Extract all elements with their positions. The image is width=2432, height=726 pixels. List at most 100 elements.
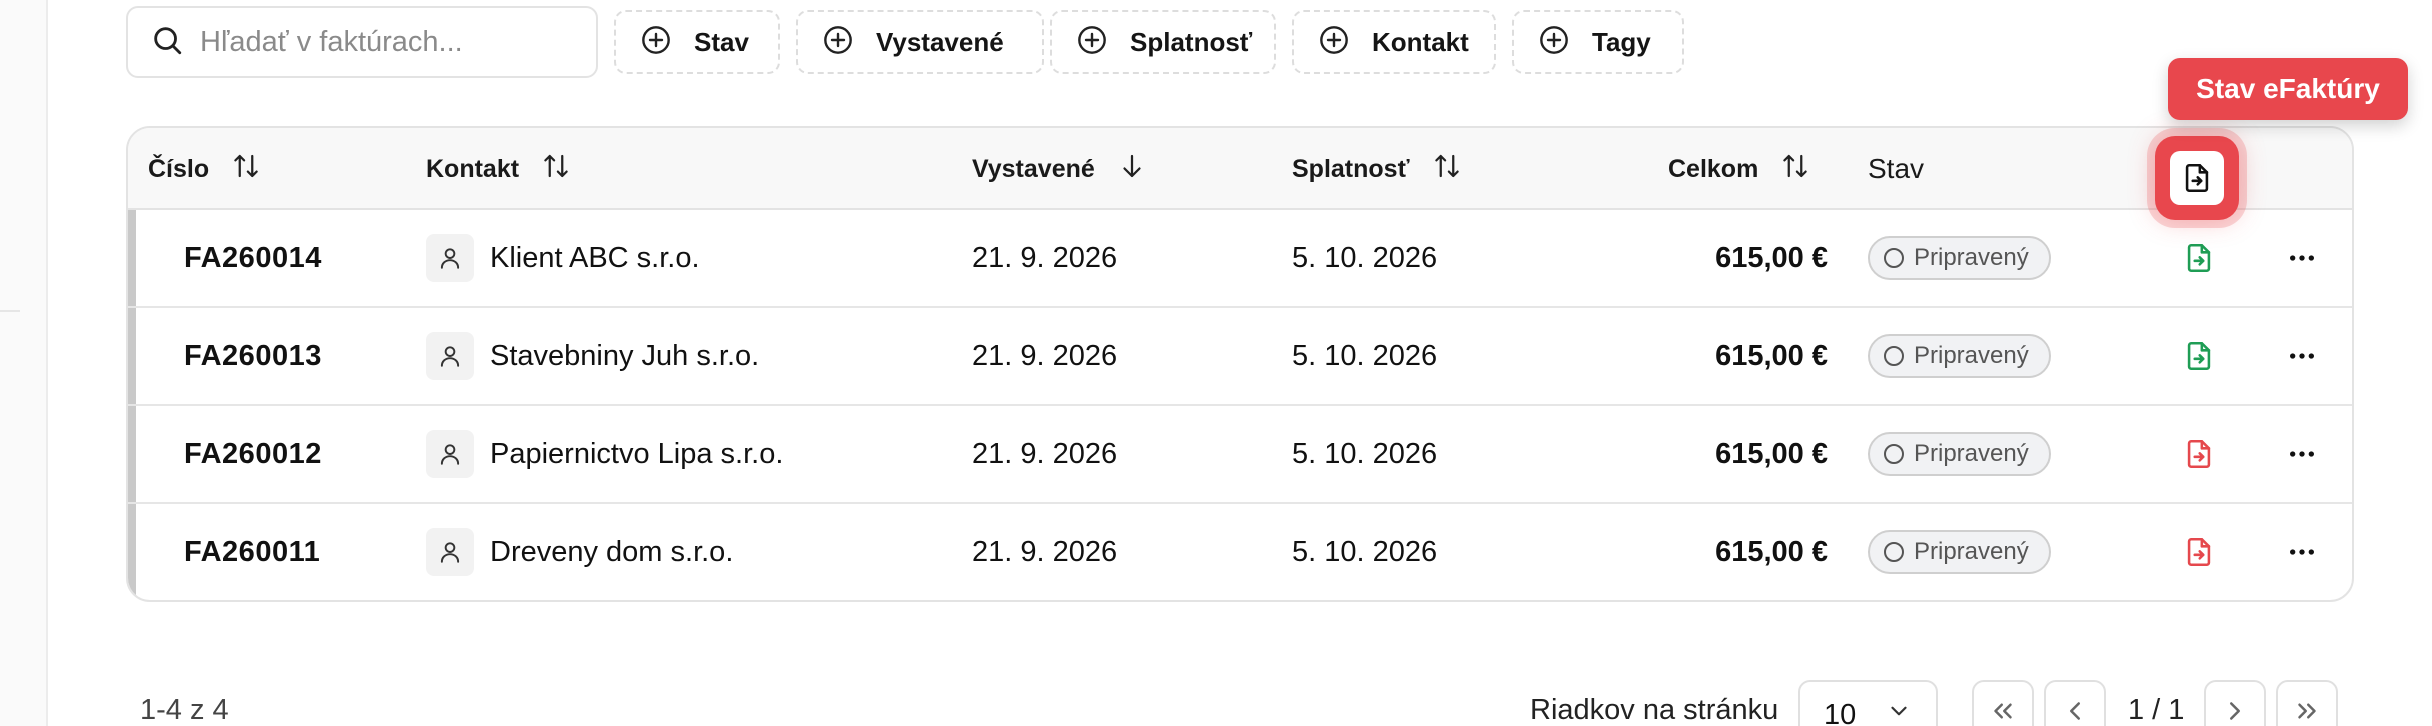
column-number-header[interactable]: Číslo [148, 128, 261, 210]
due-date: 5. 10. 2026 [1292, 535, 1438, 568]
status-badge: Pripravený [1868, 530, 2051, 574]
status-cell: Pripravený [1868, 406, 2051, 502]
due-date: 5. 10. 2026 [1292, 437, 1438, 470]
row-actions-button[interactable] [2286, 308, 2318, 404]
status-cell: Pripravený [1868, 504, 2051, 600]
filter-tagy-button[interactable]: Tagy [1512, 10, 1684, 74]
status-cell: Pripravený [1868, 210, 2051, 306]
einvoice-status-tooltip: Stav eFaktúry [2168, 58, 2408, 120]
plus-circle-icon [822, 24, 854, 61]
table-row[interactable]: FA260014 Klient ABC s.r.o. 21. 9. 2026 5… [128, 210, 2352, 308]
plus-circle-icon [1318, 24, 1350, 61]
contact-cell[interactable]: Klient ABC s.r.o. [426, 210, 700, 306]
more-horizontal-icon [2290, 255, 2314, 261]
einvoice-column-header-button[interactable] [2155, 136, 2239, 220]
sort-arrows-icon[interactable] [519, 151, 571, 188]
column-label: Vystavené [972, 154, 1095, 183]
row-actions-button[interactable] [2286, 406, 2318, 502]
filter-vystavene-button[interactable]: Vystavené [796, 10, 1044, 74]
row-actions-button[interactable] [2286, 504, 2318, 600]
contact-cell[interactable]: Stavebniny Juh s.r.o. [426, 308, 759, 404]
column-label: Kontakt [426, 154, 520, 183]
contact-cell[interactable]: Dreveny dom s.r.o. [426, 504, 733, 600]
total-amount: 615,00 € [1715, 535, 1828, 568]
row-indicator [128, 308, 136, 404]
search-input[interactable] [200, 25, 580, 59]
column-label: Splatnosť [1292, 154, 1410, 183]
due-date: 5. 10. 2026 [1292, 241, 1438, 274]
column-due-header[interactable]: Splatnosť [1292, 128, 1462, 210]
einvoice-failed-icon[interactable] [2182, 406, 2216, 502]
invoice-number[interactable]: FA260012 [184, 406, 322, 502]
contact-name: Stavebniny Juh s.r.o. [490, 339, 760, 372]
user-icon [426, 332, 474, 380]
invoice-table: Číslo Kontakt Vystavené Splatnosť Celkom… [126, 126, 2354, 602]
status-cell: Pripravený [1868, 308, 2051, 404]
einvoice-header-icon-wrap [2170, 151, 2224, 205]
filter-kontakt-button[interactable]: Kontakt [1292, 10, 1496, 74]
table-row[interactable]: FA260012 Papiernictvo Lipa s.r.o. 21. 9.… [128, 406, 2352, 504]
next-page-button[interactable] [2204, 680, 2266, 726]
more-horizontal-icon [2290, 451, 2314, 457]
rail-divider [0, 310, 20, 312]
einvoice-sent-icon[interactable] [2182, 308, 2216, 404]
column-label: Číslo [148, 154, 210, 183]
sort-arrows-icon[interactable] [209, 151, 261, 188]
table-row[interactable]: FA260011 Dreveny dom s.r.o. 21. 9. 2026 … [128, 504, 2352, 600]
chevron-left-icon [2070, 702, 2080, 720]
invoice-number[interactable]: FA260011 [184, 504, 320, 600]
chevrons-left-icon [1994, 703, 2012, 719]
issued-date: 21. 9. 2026 [972, 339, 1118, 372]
sort-arrows-icon[interactable] [1758, 151, 1810, 188]
circle-icon [1884, 542, 1904, 562]
issued-date: 21. 9. 2026 [972, 535, 1118, 568]
status-label: Pripravený [1914, 440, 2029, 467]
prev-page-button[interactable] [2044, 680, 2106, 726]
sort-arrows-icon[interactable] [1410, 151, 1462, 188]
row-indicator [128, 504, 136, 600]
table-header: Číslo Kontakt Vystavené Splatnosť Celkom… [128, 128, 2352, 210]
issued-date: 21. 9. 2026 [972, 437, 1118, 470]
table-row[interactable]: FA260013 Stavebniny Juh s.r.o. 21. 9. 20… [128, 308, 2352, 406]
rows-per-page-select[interactable]: 10 [1798, 680, 1938, 726]
due-date: 5. 10. 2026 [1292, 339, 1438, 372]
invoice-number[interactable]: FA260014 [184, 210, 322, 306]
last-page-button[interactable] [2276, 680, 2338, 726]
more-horizontal-icon [2290, 353, 2314, 359]
first-page-button[interactable] [1972, 680, 2034, 726]
circle-icon [1884, 444, 1904, 464]
rows-per-page-label: Riadkov na stránku [1530, 694, 1779, 726]
filter-stav-button[interactable]: Stav [614, 10, 780, 74]
arrow-down-icon[interactable] [1095, 151, 1147, 188]
column-contact-header[interactable]: Kontakt [426, 128, 571, 210]
filter-label: Stav [694, 26, 749, 57]
column-issued-header[interactable]: Vystavené [972, 128, 1147, 210]
invoice-list-page: Stav Vystavené Splatnosť Kontakt Tagy Čí… [0, 0, 2432, 726]
total-amount: 615,00 € [1715, 339, 1828, 372]
invoice-number[interactable]: FA260013 [184, 308, 322, 404]
row-actions-button[interactable] [2286, 210, 2318, 306]
contact-cell[interactable]: Papiernictvo Lipa s.r.o. [426, 406, 783, 502]
einvoice-sent-icon[interactable] [2182, 210, 2216, 306]
total-amount: 615,00 € [1715, 437, 1828, 470]
row-indicator [128, 210, 136, 306]
user-icon [426, 430, 474, 478]
plus-circle-icon [1538, 24, 1570, 61]
search-icon [150, 23, 184, 62]
column-status-header: Stav [1868, 128, 1924, 210]
plus-circle-icon [1076, 24, 1108, 61]
status-badge: Pripravený [1868, 236, 2051, 280]
column-total-header[interactable]: Celkom [1668, 128, 1810, 210]
filter-splatnost-button[interactable]: Splatnosť [1050, 10, 1276, 74]
issued-date: 21. 9. 2026 [972, 241, 1118, 274]
left-rail [0, 0, 48, 726]
user-icon [426, 234, 474, 282]
file-export-icon [2185, 163, 2209, 193]
contact-name: Dreveny dom s.r.o. [490, 535, 734, 568]
filter-label: Vystavené [876, 26, 1004, 57]
status-label: Pripravený [1914, 342, 2029, 369]
search-box[interactable] [126, 6, 598, 78]
filter-label: Splatnosť [1130, 26, 1253, 57]
einvoice-failed-icon[interactable] [2182, 504, 2216, 600]
circle-icon [1884, 346, 1904, 366]
